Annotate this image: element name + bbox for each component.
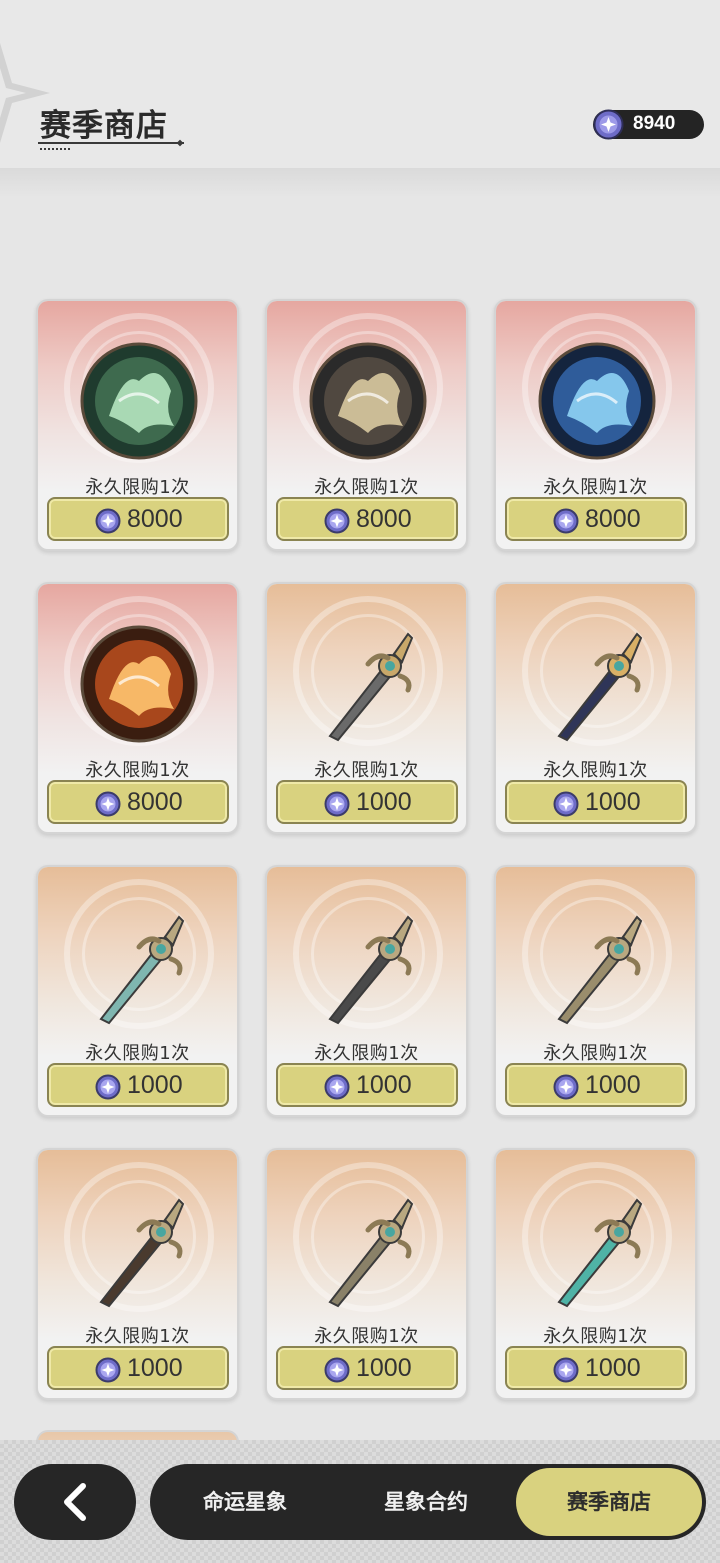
star-gem-icon <box>553 508 579 538</box>
back-button[interactable] <box>14 1464 136 1540</box>
price-value: 1000 <box>127 1071 183 1099</box>
buy-button[interactable]: 1000 <box>505 780 687 824</box>
dragon-orb-catalyst-icon <box>537 1190 657 1310</box>
buy-button[interactable]: 1000 <box>276 1063 458 1107</box>
shop-item-card[interactable]: 永久限购1次 8000 <box>494 299 697 551</box>
price-value: 1000 <box>356 788 412 816</box>
shop-item-card[interactable]: 永久限购1次 1000 <box>36 1148 239 1400</box>
buy-button[interactable]: 8000 <box>505 497 687 541</box>
purchase-limit-label: 永久限购1次 <box>543 1326 648 1347</box>
buy-button[interactable]: 8000 <box>47 497 229 541</box>
buy-button[interactable]: 1000 <box>505 1346 687 1390</box>
cloud-gauntlet-weapon-icon <box>79 1190 199 1310</box>
purchase-limit-label: 永久限购1次 <box>314 1043 419 1064</box>
title-underline <box>38 142 184 144</box>
shop-item-card[interactable]: 永久限购1次 1000 <box>265 865 468 1117</box>
tab-bar: 命运星象 星象合约 赛季商店 <box>150 1464 706 1540</box>
cloud-bow-weapon-icon <box>537 907 657 1027</box>
shop-item-card[interactable]: 永久限购1次 8000 <box>36 582 239 834</box>
star-gem-icon <box>95 508 121 538</box>
purchase-limit-label: 永久限购1次 <box>85 1043 190 1064</box>
price-value: 1000 <box>585 788 641 816</box>
purchase-limit-label: 永久限购1次 <box>543 477 648 498</box>
buy-button[interactable]: 1000 <box>47 1063 229 1107</box>
tab-fate-constellation[interactable]: 命运星象 <box>150 1464 340 1540</box>
thunder-dragon-emblem-icon <box>79 341 199 461</box>
purchase-limit-label: 永久限购1次 <box>85 477 190 498</box>
title-arrow <box>176 139 184 147</box>
star-gem-icon <box>95 791 121 821</box>
purchase-limit-label: 永久限购1次 <box>543 1043 648 1064</box>
price-value: 1000 <box>356 1071 412 1099</box>
cloud-tome-weapon-icon <box>308 1190 428 1310</box>
shop-item-card[interactable]: 永久限购1次 1000 <box>494 1148 697 1400</box>
shop-item-card[interactable]: 永久限购1次 1000 <box>494 582 697 834</box>
tab-constellation-contract[interactable]: 星象合约 <box>336 1464 516 1540</box>
star-gem-icon <box>553 1074 579 1104</box>
price-value: 1000 <box>127 1354 183 1382</box>
page-title: 赛季商店 <box>40 108 168 144</box>
star-gem-icon <box>95 1357 121 1387</box>
buy-button[interactable]: 1000 <box>276 1346 458 1390</box>
star-gem-icon <box>324 1074 350 1104</box>
title-dots <box>40 148 72 150</box>
shop-item-card[interactable]: 永久限购1次 1000 <box>36 865 239 1117</box>
cloud-greatsword-weapon-icon <box>79 907 199 1027</box>
star-gem-icon <box>324 508 350 538</box>
tab-season-shop[interactable]: 赛季商店 <box>516 1468 702 1536</box>
wheel-polearm-weapon-icon <box>308 907 428 1027</box>
price-value: 8000 <box>585 505 641 533</box>
cloud-sword-weapon-icon <box>308 624 428 744</box>
shadow-lion-emblem-icon <box>308 341 428 461</box>
purchase-limit-label: 永久限购1次 <box>314 477 419 498</box>
buy-button[interactable]: 8000 <box>276 497 458 541</box>
header-shadow <box>0 168 720 198</box>
buy-button[interactable]: 8000 <box>47 780 229 824</box>
shop-item-card[interactable]: 永久限购1次 8000 <box>265 299 468 551</box>
price-value: 1000 <box>585 1071 641 1099</box>
price-value: 8000 <box>127 505 183 533</box>
shop-item-card[interactable]: 永久限购1次 8000 <box>36 299 239 551</box>
star-gem-icon <box>324 791 350 821</box>
purchase-limit-label: 永久限购1次 <box>314 1326 419 1347</box>
star-gem-icon <box>324 1357 350 1387</box>
sun-staff-weapon-icon <box>537 624 657 744</box>
header: 赛季商店 8940 <box>0 0 720 170</box>
buy-button[interactable]: 1000 <box>47 1346 229 1390</box>
price-value: 1000 <box>356 1354 412 1382</box>
shop-item-card[interactable]: 永久限购1次 1000 <box>494 865 697 1117</box>
buy-button[interactable]: 1000 <box>276 780 458 824</box>
purchase-limit-label: 永久限购1次 <box>314 760 419 781</box>
currency-amount: 8940 <box>633 113 676 134</box>
fire-phoenix-emblem-icon <box>79 624 199 744</box>
shop-item-card[interactable]: 永久限购1次 1000 <box>265 582 468 834</box>
star-gem-icon <box>95 1074 121 1104</box>
ice-wolf-emblem-icon <box>537 341 657 461</box>
star-gem-icon <box>553 791 579 821</box>
price-value: 8000 <box>356 505 412 533</box>
star-gem-icon <box>593 109 624 140</box>
price-value: 8000 <box>127 788 183 816</box>
currency-balance: 8940 <box>593 109 704 140</box>
price-value: 1000 <box>585 1354 641 1382</box>
shop-item-card[interactable]: 永久限购1次 1000 <box>265 1148 468 1400</box>
buy-button[interactable]: 1000 <box>505 1063 687 1107</box>
purchase-limit-label: 永久限购1次 <box>85 760 190 781</box>
purchase-limit-label: 永久限购1次 <box>85 1326 190 1347</box>
chevron-left-icon <box>64 1483 86 1521</box>
purchase-limit-label: 永久限购1次 <box>543 760 648 781</box>
star-gem-icon <box>553 1357 579 1387</box>
